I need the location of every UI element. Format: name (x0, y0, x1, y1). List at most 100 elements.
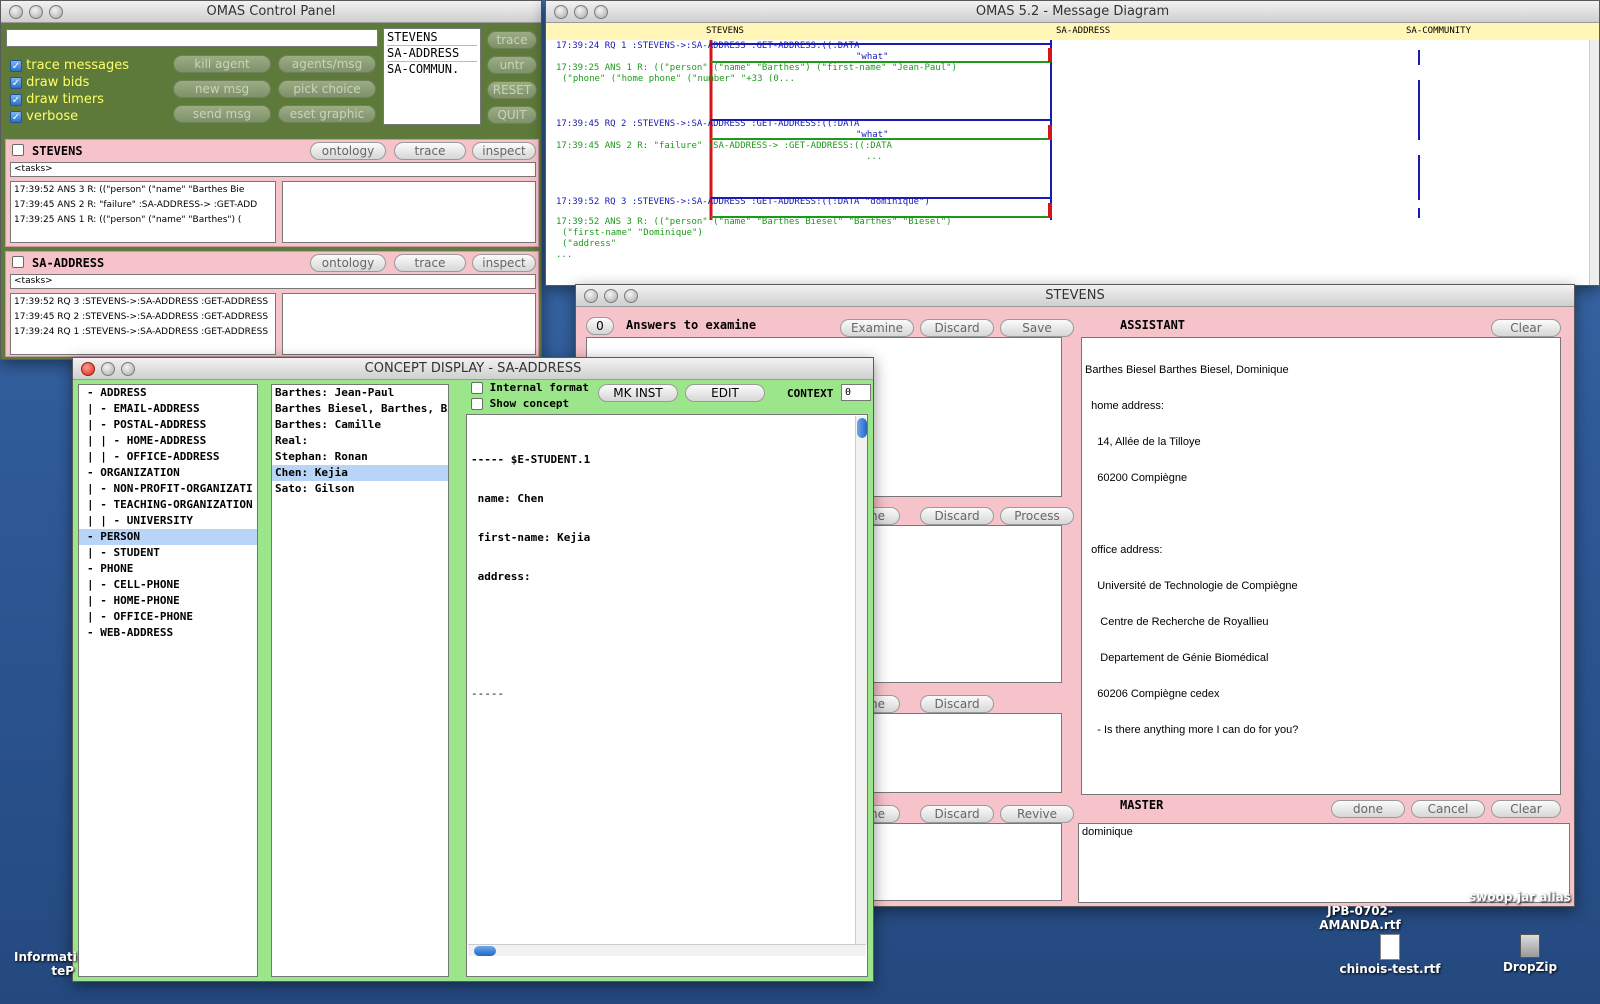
concept-display-titlebar[interactable]: CONCEPT DISPLAY - SA-ADDRESS (73, 358, 873, 380)
minimize-icon[interactable] (574, 5, 588, 19)
scroll-thumb[interactable] (474, 946, 496, 956)
discard-button[interactable]: Discard (920, 319, 994, 337)
desktop-icon-dropzip[interactable]: DropZip (1490, 934, 1570, 974)
checkbox-icon[interactable] (10, 110, 22, 123)
concept-tree[interactable]: - ADDRESS | - EMAIL-ADDRESS | - POSTAL-A… (78, 384, 258, 977)
concept-item[interactable]: | - EMAIL-ADDRESS (79, 401, 257, 417)
kill-agent-button[interactable]: kill agent (173, 55, 271, 73)
concept-item[interactable]: - WEB-ADDRESS (79, 625, 257, 641)
close-icon[interactable] (554, 5, 568, 19)
discard-button-4[interactable]: Discard (920, 805, 994, 823)
verbose-checkbox[interactable]: verbose (10, 108, 129, 125)
concept-item[interactable]: - PHONE (79, 561, 257, 577)
context-field[interactable]: 0 (841, 384, 871, 401)
discard-button-2[interactable]: Discard (920, 507, 994, 525)
concept-item[interactable]: | | - HOME-ADDRESS (79, 433, 257, 449)
checkbox-icon[interactable] (10, 93, 22, 106)
concept-item-selected[interactable]: - PERSON (79, 529, 257, 545)
concept-item[interactable]: - ORGANIZATION (79, 465, 257, 481)
show-concept-checkbox[interactable]: Show concept (471, 396, 589, 412)
examine-button[interactable]: Examine (840, 319, 914, 337)
cancel-button[interactable]: Cancel (1411, 800, 1485, 818)
inspect-button[interactable]: inspect (472, 254, 536, 272)
instance-item[interactable]: Sato: Gilson (272, 481, 448, 497)
agents-msg-button[interactable]: agents/msg (278, 55, 376, 73)
trace-button[interactable]: trace (487, 31, 537, 49)
concept-item[interactable]: | | - UNIVERSITY (79, 513, 257, 529)
list-item[interactable]: SA-COMMUN. (387, 62, 477, 77)
process-button[interactable]: Process (1000, 507, 1074, 525)
send-msg-button[interactable]: send msg (173, 105, 271, 123)
desktop-icon-chinois[interactable]: chinois-test.rtf (1330, 934, 1450, 976)
command-input[interactable] (6, 29, 378, 47)
zoom-icon[interactable] (49, 5, 63, 19)
instance-item[interactable]: Stephan: Ronan (272, 449, 448, 465)
untrace-button[interactable]: untr (487, 56, 537, 74)
list-item[interactable]: STEVENS (387, 30, 477, 45)
instance-list[interactable]: Barthes: Jean-Paul Barthes Biesel, Barth… (271, 384, 449, 977)
zoom-icon[interactable] (121, 362, 135, 376)
instance-item[interactable]: Barthes: Camille (272, 417, 448, 433)
desktop-icon-amanda[interactable]: JPB-0702- AMANDA.rtf (1300, 890, 1420, 932)
discard-button-3[interactable]: Discard (920, 695, 994, 713)
master-clear-button[interactable]: Clear (1491, 800, 1561, 818)
detail-horizontal-scrollbar[interactable] (468, 944, 866, 956)
scroll-thumb[interactable] (857, 418, 867, 438)
checkbox-icon[interactable] (10, 59, 22, 72)
trace-messages-checkbox[interactable]: trace messages (10, 57, 129, 74)
ontology-button[interactable]: ontology (310, 254, 386, 272)
done-button[interactable]: done (1331, 800, 1405, 818)
concept-item[interactable]: | | - OFFICE-ADDRESS (79, 449, 257, 465)
control-panel-titlebar[interactable]: OMAS Control Panel (1, 1, 541, 23)
reset-button[interactable]: RESET (487, 81, 537, 99)
zoom-icon[interactable] (594, 5, 608, 19)
draw-timers-checkbox[interactable]: draw timers (10, 91, 129, 108)
concept-item[interactable]: | - NON-PROFIT-ORGANIZATI (79, 481, 257, 497)
edit-button[interactable]: EDIT (685, 384, 765, 402)
checkbox-icon[interactable] (471, 398, 483, 410)
stevens-titlebar[interactable]: STEVENS (576, 285, 1574, 307)
instance-item[interactable]: Real: (272, 433, 448, 449)
instance-item-selected[interactable]: Chen: Kejia (272, 465, 448, 481)
checkbox-icon[interactable] (10, 76, 22, 89)
inspect-button[interactable]: inspect (472, 142, 536, 160)
desktop-icon-informatique[interactable]: Informati teP (14, 936, 77, 978)
instance-item[interactable]: Barthes Biesel, Barthes, Biesel: (272, 401, 448, 417)
message-diagram-titlebar[interactable]: OMAS 5.2 - Message Diagram (546, 1, 1599, 23)
minimize-icon[interactable] (29, 5, 43, 19)
instance-detail[interactable]: ----- $E-STUDENT.1 name: Chen first-name… (466, 414, 868, 977)
concept-item[interactable]: | - TEACHING-ORGANIZATION (79, 497, 257, 513)
internal-format-checkbox[interactable]: Internal format (471, 380, 589, 396)
concept-item[interactable]: | - STUDENT (79, 545, 257, 561)
concept-item[interactable]: | - CELL-PHONE (79, 577, 257, 593)
detail-vertical-scrollbar[interactable] (855, 416, 867, 944)
close-icon[interactable] (81, 362, 95, 376)
draw-bids-checkbox[interactable]: draw bids (10, 74, 129, 91)
mk-inst-button[interactable]: MK INST (598, 384, 678, 402)
list-item[interactable]: SA-ADDRESS (387, 45, 477, 62)
save-button[interactable]: Save (1000, 319, 1074, 337)
agent-checkbox[interactable] (12, 144, 24, 156)
concept-item[interactable]: | - HOME-PHONE (79, 593, 257, 609)
ontology-button[interactable]: ontology (310, 142, 386, 160)
checkbox-icon[interactable] (471, 382, 483, 394)
quit-button[interactable]: QUIT (487, 106, 537, 124)
vertical-scrollbar[interactable] (1589, 40, 1599, 285)
concept-item[interactable]: | - POSTAL-ADDRESS (79, 417, 257, 433)
revive-button[interactable]: Revive (1000, 805, 1074, 823)
tasks-field[interactable]: <tasks> (10, 162, 536, 177)
tasks-field[interactable]: <tasks> (10, 274, 536, 289)
assistant-clear-button[interactable]: Clear (1491, 319, 1561, 337)
instance-item[interactable]: Barthes: Jean-Paul (272, 385, 448, 401)
close-icon[interactable] (9, 5, 23, 19)
close-icon[interactable] (584, 289, 598, 303)
trace-button[interactable]: trace (394, 142, 466, 160)
concept-item[interactable]: | - OFFICE-PHONE (79, 609, 257, 625)
minimize-icon[interactable] (101, 362, 115, 376)
new-msg-button[interactable]: new msg (173, 80, 271, 98)
agent-checkbox[interactable] (12, 256, 24, 268)
trace-button[interactable]: trace (394, 254, 466, 272)
concept-item[interactable]: - ADDRESS (79, 385, 257, 401)
pick-choice-button[interactable]: pick choice (278, 80, 376, 98)
zoom-icon[interactable] (624, 289, 638, 303)
